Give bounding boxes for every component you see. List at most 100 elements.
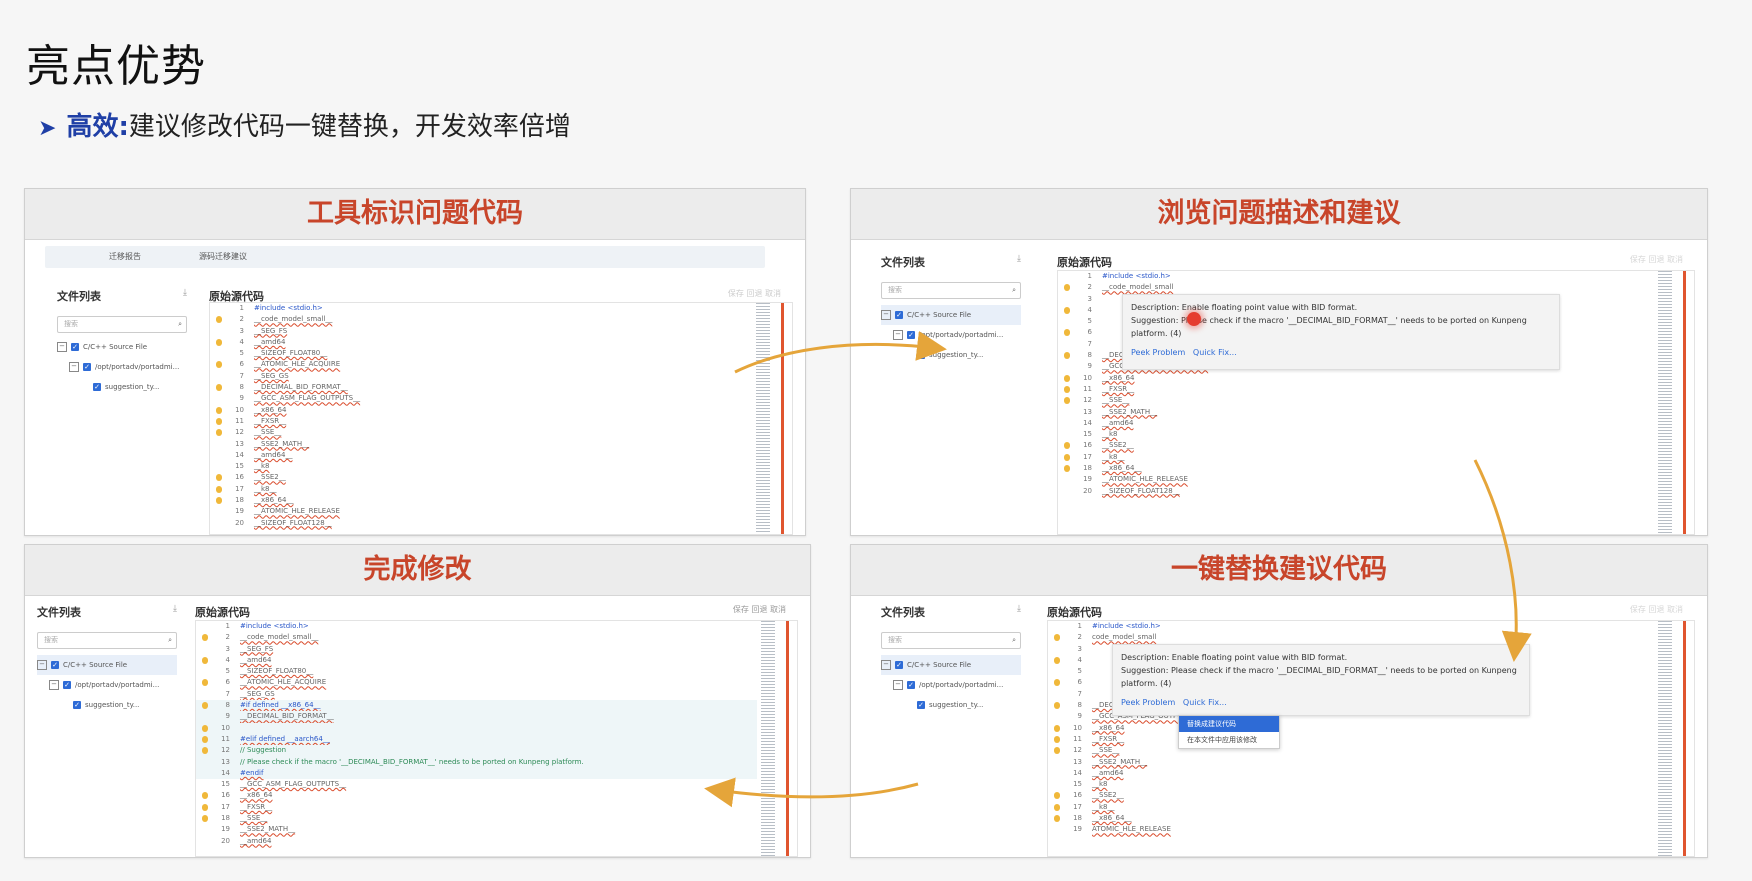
lightbulb-icon[interactable] xyxy=(1064,306,1070,314)
lightbulb-icon[interactable] xyxy=(216,406,222,414)
lightbulb-icon[interactable] xyxy=(1064,397,1070,405)
tab-migration-report[interactable]: 迁移报告 xyxy=(109,251,141,262)
lightbulb-icon[interactable] xyxy=(202,724,208,732)
download-icon[interactable]: ⤓ xyxy=(183,288,187,298)
error-scrollbar[interactable] xyxy=(1683,621,1686,856)
lightbulb-icon[interactable] xyxy=(1064,329,1070,337)
lightbulb-icon[interactable] xyxy=(1054,724,1060,732)
collapse-icon[interactable]: − xyxy=(69,362,79,372)
tree-file[interactable]: ✓ suggestion_ty... xyxy=(881,695,1021,715)
lightbulb-icon[interactable] xyxy=(202,747,208,755)
checkbox-icon[interactable]: ✓ xyxy=(917,351,925,359)
lightbulb-icon[interactable] xyxy=(202,803,208,811)
collapse-icon[interactable]: − xyxy=(881,310,891,320)
checkbox-icon[interactable]: ✓ xyxy=(83,363,91,371)
collapse-icon[interactable]: − xyxy=(57,342,67,352)
lightbulb-icon[interactable] xyxy=(1064,385,1070,393)
peek-problem-link[interactable]: Peek Problem xyxy=(1131,348,1185,357)
search-input[interactable]: 搜索 ⌕ xyxy=(881,632,1021,649)
code-editor[interactable]: 1 #include <stdio.h> 2 __code_model_small__… xyxy=(209,302,793,535)
download-icon[interactable]: ⤓ xyxy=(173,604,177,614)
code-editor[interactable]: 1 #include <stdio.h> 2 __code_model_small__… xyxy=(195,620,798,857)
tree-file[interactable]: ✓ suggestion_ty... xyxy=(57,377,187,397)
checkbox-icon[interactable]: ✓ xyxy=(895,661,903,669)
lightbulb-icon[interactable] xyxy=(202,702,208,710)
error-scrollbar[interactable] xyxy=(781,303,784,534)
collapse-icon[interactable]: − xyxy=(881,660,891,670)
tab-source-suggestion[interactable]: 源码迁移建议 xyxy=(199,251,247,262)
tree-folder[interactable]: − ✓/opt/portadv/portadmi... xyxy=(37,675,177,695)
collapse-icon[interactable]: − xyxy=(893,330,903,340)
search-input[interactable]: 搜索 ⌕ xyxy=(881,282,1021,299)
lightbulb-icon[interactable] xyxy=(1054,679,1060,687)
checkbox-icon[interactable]: ✓ xyxy=(73,701,81,709)
tree-root[interactable]: − ✓ C/C++ Source File xyxy=(881,655,1021,675)
lightbulb-icon[interactable] xyxy=(216,497,222,505)
menu-item-apply-file[interactable]: 在本文件中应用该修改 xyxy=(1179,732,1279,748)
lightbulb-icon[interactable] xyxy=(1054,702,1060,710)
lightbulb-icon[interactable] xyxy=(216,429,222,437)
tree-root[interactable]: − ✓ C/C++ Source File xyxy=(37,655,177,675)
lightbulb-icon[interactable] xyxy=(1064,374,1070,382)
lightbulb-icon[interactable] xyxy=(1054,747,1060,755)
error-scrollbar[interactable] xyxy=(1683,271,1686,534)
quick-fix-link[interactable]: Quick Fix... xyxy=(1193,348,1237,357)
lightbulb-icon[interactable] xyxy=(202,815,208,823)
lightbulb-icon[interactable] xyxy=(1054,656,1060,664)
lightbulb-icon[interactable] xyxy=(1054,792,1060,800)
lightbulb-icon[interactable] xyxy=(202,679,208,687)
minimap[interactable] xyxy=(756,303,770,534)
collapse-icon[interactable]: − xyxy=(49,680,59,690)
lightbulb-icon[interactable] xyxy=(1064,352,1070,360)
menu-item-replace[interactable]: 替换成建议代码 xyxy=(1179,716,1279,732)
lightbulb-icon[interactable] xyxy=(1054,735,1060,743)
download-icon[interactable]: ⤓ xyxy=(1017,604,1021,614)
checkbox-icon[interactable]: ✓ xyxy=(63,681,71,689)
checkbox-icon[interactable]: ✓ xyxy=(907,681,915,689)
lightbulb-icon[interactable] xyxy=(1064,442,1070,450)
minimap[interactable] xyxy=(761,621,775,856)
lightbulb-icon[interactable] xyxy=(1054,803,1060,811)
editor-toolbar[interactable]: 保存 回退 取消 xyxy=(733,604,786,615)
download-icon[interactable]: ⤓ xyxy=(1017,254,1021,264)
tree-file[interactable]: ✓ suggestion_ty... xyxy=(881,345,1021,365)
lightbulb-icon[interactable] xyxy=(1064,284,1070,292)
tree-root[interactable]: − ✓ C/C++ Source File xyxy=(881,305,1021,325)
lightbulb-icon[interactable] xyxy=(216,485,222,493)
editor-toolbar[interactable]: 保存 回退 取消 xyxy=(1630,604,1683,615)
checkbox-icon[interactable]: ✓ xyxy=(93,383,101,391)
lightbulb-icon[interactable] xyxy=(202,735,208,743)
lightbulb-icon[interactable] xyxy=(1054,634,1060,642)
lightbulb-icon[interactable] xyxy=(1064,465,1070,473)
tree-folder[interactable]: − ✓/opt/portadv/portadmi... xyxy=(881,675,1021,695)
lightbulb-icon[interactable] xyxy=(216,338,222,346)
lightbulb-icon[interactable] xyxy=(202,792,208,800)
checkbox-icon[interactable]: ✓ xyxy=(71,343,79,351)
error-scrollbar[interactable] xyxy=(786,621,789,856)
minimap[interactable] xyxy=(1658,621,1672,856)
code-editor[interactable]: 1 #include <stdio.h> 2 code_model_small 3 4 5 6… xyxy=(1047,620,1695,857)
lightbulb-icon[interactable] xyxy=(202,634,208,642)
lightbulb-icon[interactable] xyxy=(216,384,222,392)
lightbulb-icon[interactable] xyxy=(1054,815,1060,823)
checkbox-icon[interactable]: ✓ xyxy=(895,311,903,319)
search-input[interactable]: 搜索 ⌕ xyxy=(37,632,177,649)
lightbulb-icon[interactable] xyxy=(202,656,208,664)
tree-folder[interactable]: − ✓/opt/portadv/portadmi... xyxy=(57,357,187,377)
code-editor[interactable]: 1 #include <stdio.h> 2 __code_model_small 3 4… xyxy=(1057,270,1695,535)
tree-root[interactable]: − ✓ C/C++ Source File xyxy=(57,337,187,357)
peek-problem-link[interactable]: Peek Problem xyxy=(1121,698,1175,707)
editor-toolbar[interactable]: 保存 回退 取消 xyxy=(1630,254,1683,265)
collapse-icon[interactable]: − xyxy=(893,680,903,690)
checkbox-icon[interactable]: ✓ xyxy=(917,701,925,709)
collapse-icon[interactable]: − xyxy=(37,660,47,670)
lightbulb-icon[interactable] xyxy=(216,417,222,425)
tree-folder[interactable]: − ✓/opt/portadv/portadmi... xyxy=(881,325,1021,345)
lightbulb-icon[interactable] xyxy=(216,316,222,324)
lightbulb-icon[interactable] xyxy=(216,361,222,369)
search-input[interactable]: 搜索 ⌕ xyxy=(57,316,187,333)
quick-fix-link[interactable]: Quick Fix... xyxy=(1183,698,1227,707)
checkbox-icon[interactable]: ✓ xyxy=(907,331,915,339)
lightbulb-icon[interactable] xyxy=(1064,453,1070,461)
checkbox-icon[interactable]: ✓ xyxy=(51,661,59,669)
